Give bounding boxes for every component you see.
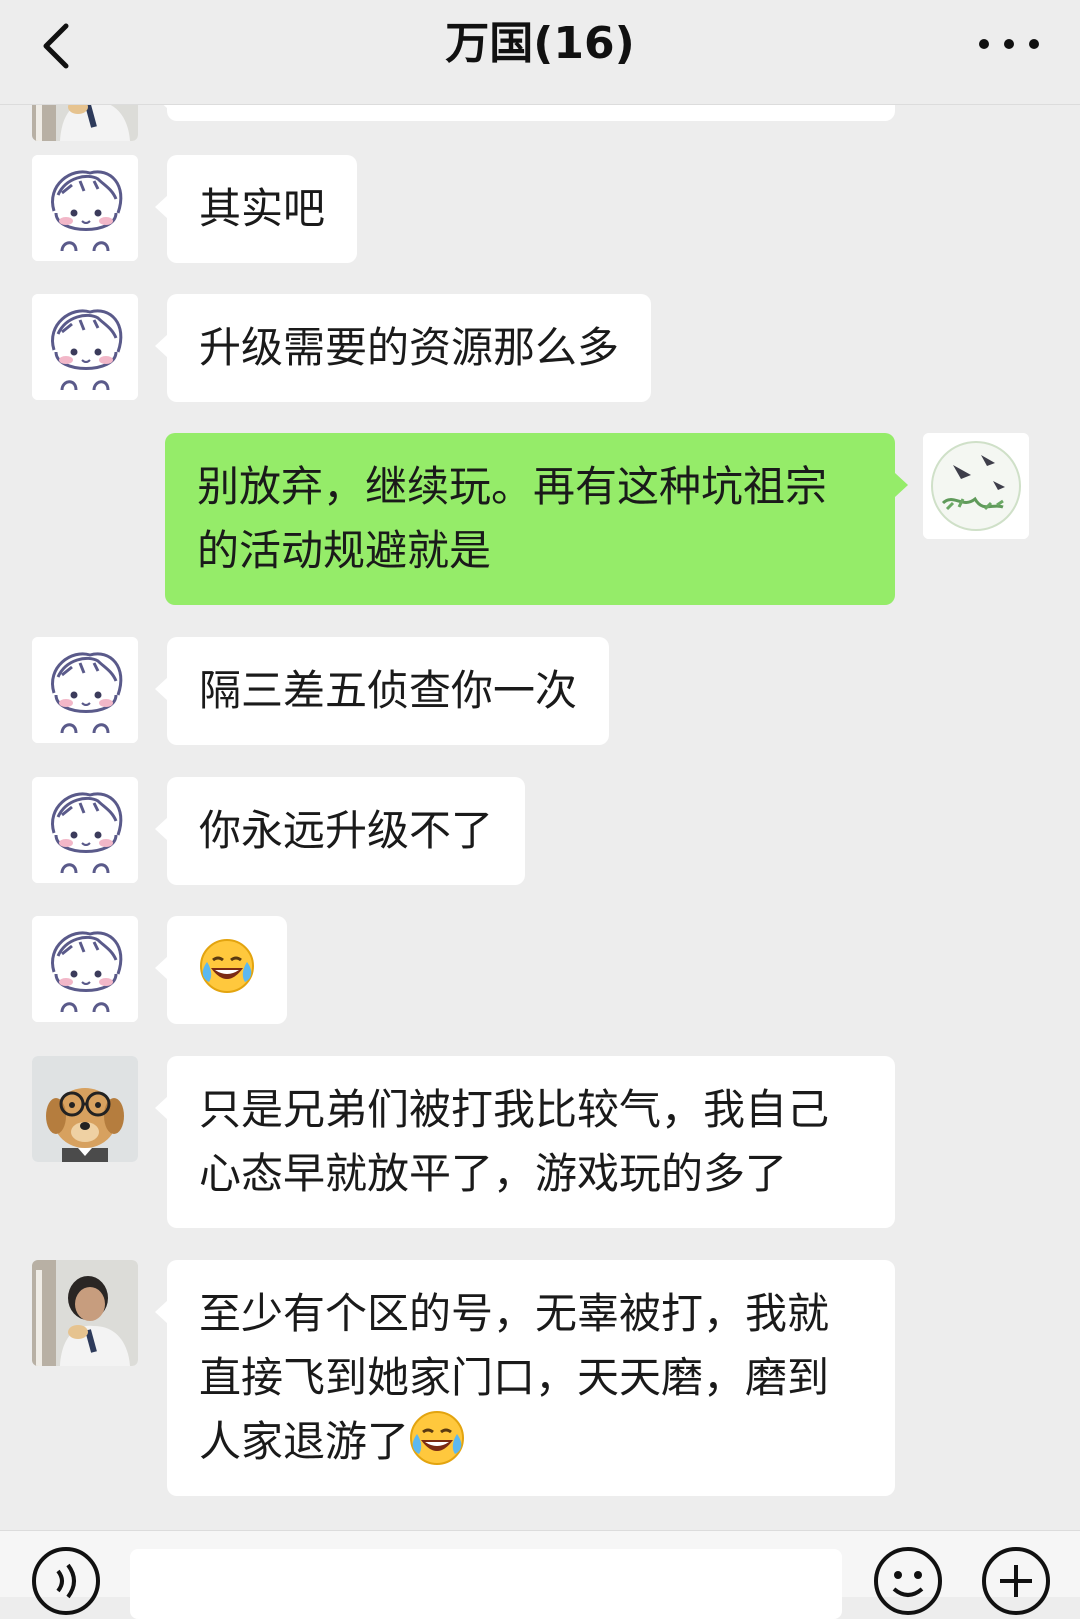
message-bubble: 只是兄弟们被打我比较气，我自己心态早就放平了，游戏玩的多了 [155,1056,895,1228]
laughing-crying-emoji-icon [199,938,255,994]
message-bubble: 至少有个区的号，无辜被打，我就直接飞到她家门口，天天磨，磨到人家退游了 [155,1260,895,1496]
plus-icon[interactable] [980,1545,1052,1617]
message-bubble: 隔三差五侦查你一次 [154,637,610,745]
avatar[interactable] [32,637,138,743]
message-text: 升级需要的资源那么多 [199,323,620,372]
avatar[interactable] [32,916,138,1022]
message-text: 你永远升级不了 [199,806,494,855]
message-list[interactable]: 其实吧 升级需要的资源那么多 别放弃，继续玩。再有这种坑祖宗的活动规避就是 隔三… [0,105,1080,1530]
message-text: 隔三差五侦查你一次 [199,666,578,715]
message-text: 只是兄弟们被打我比较气，我自己心态早就放平了，游戏玩的多了 [199,1085,830,1198]
my-avatar[interactable] [923,433,1029,539]
message-text: 其实吧 [199,184,326,233]
smiley-icon[interactable] [872,1545,944,1617]
message-text: 至少有个区的号，无辜被打，我就直接飞到她家门口，天天磨，磨到人家退游了 [199,1289,830,1466]
avatar[interactable] [32,777,138,883]
laughing-crying-emoji-icon [409,1410,465,1466]
message-bubble [155,916,287,1024]
chat-title: 万国(16) [445,18,635,69]
chat-header: 万国(16) [0,0,1080,105]
message-bubble: 其实吧 [154,155,358,263]
more-dots-icon[interactable] [974,26,1044,62]
message-bubble: 升级需要的资源那么多 [154,294,652,402]
my-message-bubble: 别放弃，继续玩。再有这种坑祖宗的活动规避就是 [165,433,908,605]
message-bubble: 你永远升级不了 [154,777,526,885]
message-input[interactable] [130,1549,842,1619]
input-toolbar [0,1530,1080,1619]
message-bubble-partial [155,105,895,121]
avatar[interactable] [32,294,138,400]
avatar[interactable] [32,155,138,261]
message-text: 别放弃，继续玩。再有这种坑祖宗的活动规避就是 [197,462,828,575]
avatar[interactable] [32,1260,138,1366]
avatar[interactable] [32,1056,138,1162]
avatar[interactable] [32,105,138,141]
voice-icon[interactable] [30,1545,102,1617]
